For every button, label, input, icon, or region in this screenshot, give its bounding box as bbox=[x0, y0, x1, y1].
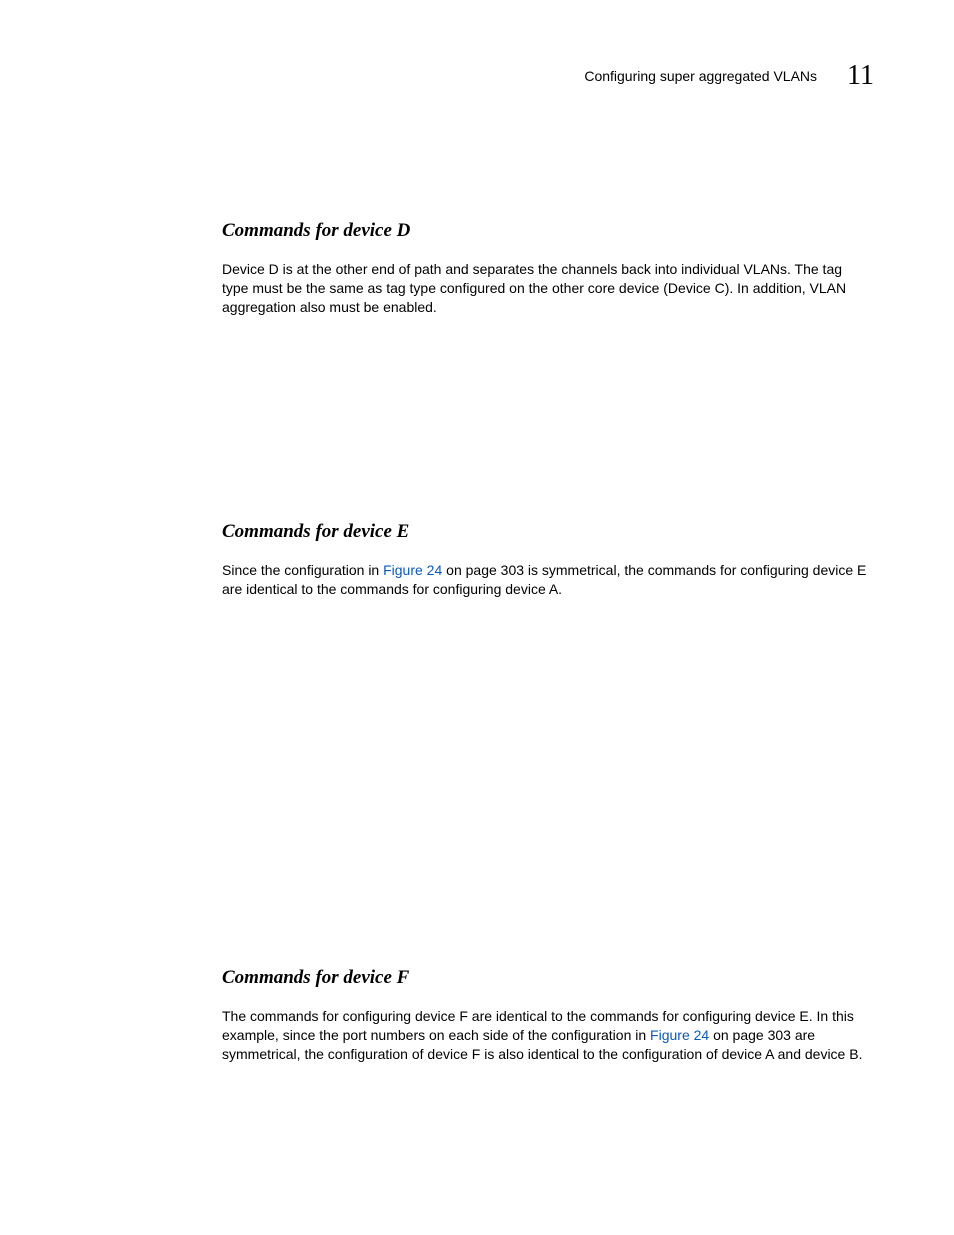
section-heading-device-d: Commands for device D bbox=[222, 220, 872, 242]
section-body-device-d: Device D is at the other end of path and… bbox=[222, 260, 872, 317]
figure-link[interactable]: Figure 24 bbox=[650, 1027, 709, 1043]
section-body-device-e: Since the configuration in Figure 24 on … bbox=[222, 561, 872, 599]
section-body-device-f: The commands for configuring device F ar… bbox=[222, 1007, 872, 1064]
paragraph-text: Device D is at the other end of path and… bbox=[222, 261, 846, 315]
figure-link[interactable]: Figure 24 bbox=[383, 562, 442, 578]
chapter-number: 11 bbox=[847, 60, 874, 92]
section-spacer bbox=[222, 612, 872, 967]
header-title: Configuring super aggregated VLANs bbox=[584, 68, 817, 84]
page-header: Configuring super aggregated VLANs 11 bbox=[584, 60, 874, 92]
section-spacer bbox=[222, 331, 872, 521]
page-content: Commands for device D Device D is at the… bbox=[222, 220, 872, 1078]
section-heading-device-e: Commands for device E bbox=[222, 521, 872, 543]
section-heading-device-f: Commands for device F bbox=[222, 967, 872, 989]
paragraph-text-pre: Since the configuration in bbox=[222, 562, 383, 578]
